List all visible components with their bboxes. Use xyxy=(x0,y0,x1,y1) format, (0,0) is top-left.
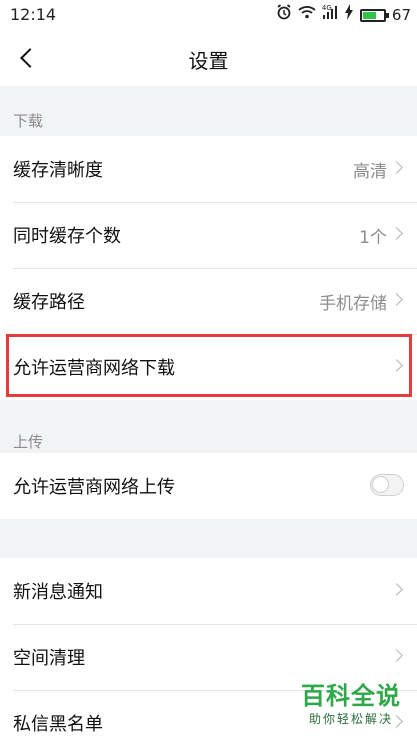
setting-label: 私信黑名单 xyxy=(13,714,103,735)
chevron-right-icon xyxy=(390,359,403,372)
alarm-icon xyxy=(276,3,292,27)
setting-label: 新消息通知 xyxy=(13,582,103,603)
chevron-right-icon xyxy=(390,293,403,306)
setting-label: 允许运营商网络下载 xyxy=(13,358,175,379)
page-title: 设置 xyxy=(188,49,229,73)
setting-value: 手机存储 xyxy=(319,294,387,314)
header-bar: 设置 xyxy=(0,30,417,86)
signal-icon: 4G xyxy=(322,4,338,27)
setting-allow-carrier-download[interactable]: 允许运营商网络下载 xyxy=(0,334,417,400)
toggle-knob xyxy=(372,476,389,493)
chevron-right-icon xyxy=(390,227,403,240)
section-label-download: 下载 xyxy=(13,112,44,130)
watermark-logo: 百科全说 助你轻松解决 xyxy=(292,676,410,727)
setting-cache-quality[interactable]: 缓存清晰度 高清 xyxy=(0,136,417,202)
setting-concurrent-cache-count[interactable]: 同时缓存个数 1个 xyxy=(0,202,417,268)
setting-value: 高清 xyxy=(353,162,387,182)
status-bar: 12:14 4G 67 xyxy=(0,0,417,30)
setting-allow-carrier-upload: 允许运营商网络上传 xyxy=(0,453,417,519)
setting-value: 1个 xyxy=(359,228,387,248)
setting-label: 空间清理 xyxy=(13,648,85,669)
setting-label: 缓存清晰度 xyxy=(13,160,103,181)
setting-label: 缓存路径 xyxy=(13,292,85,313)
section-label-upload: 上传 xyxy=(13,433,44,451)
status-icons: 4G 67 xyxy=(276,3,411,27)
battery-icon xyxy=(359,8,389,22)
chevron-right-icon xyxy=(390,649,403,662)
chevron-right-icon xyxy=(390,161,403,174)
watermark-subtitle: 助你轻松解决 xyxy=(308,712,393,726)
download-settings-group: 缓存清晰度 高清 同时缓存个数 1个 缓存路径 手机存储 允许运营商网络下载 xyxy=(0,136,417,400)
carrier-upload-toggle[interactable] xyxy=(370,474,404,496)
status-time: 12:14 xyxy=(10,5,57,24)
wifi-icon xyxy=(298,5,316,26)
setting-label: 同时缓存个数 xyxy=(13,226,121,247)
setting-new-message-notification[interactable]: 新消息通知 xyxy=(0,558,417,624)
charging-icon xyxy=(344,3,354,27)
network-type-label: 4G xyxy=(321,3,332,12)
battery-percent: 67 xyxy=(391,6,411,24)
setting-cache-path[interactable]: 缓存路径 手机存储 xyxy=(0,268,417,334)
setting-label: 允许运营商网络上传 xyxy=(13,477,175,498)
chevron-right-icon xyxy=(390,583,403,596)
upload-settings-group: 允许运营商网络上传 xyxy=(0,453,417,519)
watermark-title: 百科全说 xyxy=(301,682,401,710)
